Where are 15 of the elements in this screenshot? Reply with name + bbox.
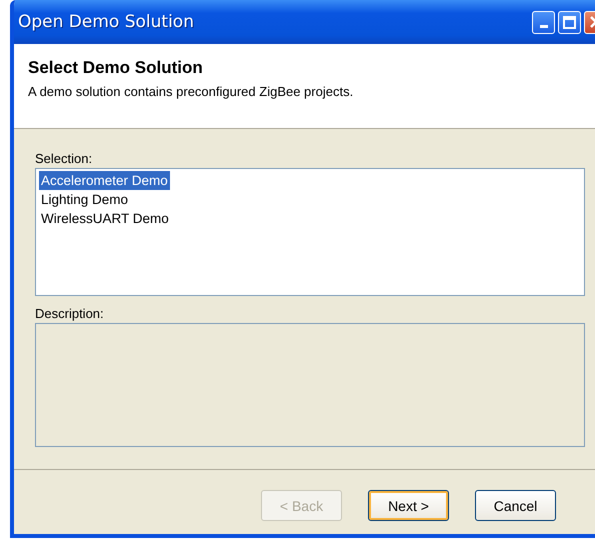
list-item[interactable]: Lighting Demo bbox=[39, 190, 130, 209]
dialog-button[interactable]: Cancel bbox=[475, 490, 556, 521]
page-subtitle: A demo solution contains preconfigured ZigBee projects. bbox=[28, 84, 354, 99]
selection-list[interactable]: Accelerometer Demo Lighting Demo WirelessUART Demo bbox=[35, 168, 585, 296]
window-title: Open Demo Solution bbox=[18, 12, 195, 32]
page-heading: Select Demo Solution bbox=[28, 58, 204, 78]
list-item[interactable]: Accelerometer Demo bbox=[39, 171, 170, 190]
minimize-icon bbox=[540, 24, 548, 28]
description-label: Description: bbox=[35, 306, 105, 323]
dialog-button[interactable]: Next > bbox=[368, 490, 449, 521]
minimize-button[interactable] bbox=[532, 10, 555, 34]
selection-label: Selection: bbox=[35, 151, 94, 168]
maximize-icon bbox=[563, 16, 576, 28]
maximize-button[interactable] bbox=[558, 10, 581, 34]
list-item[interactable]: WirelessUART Demo bbox=[39, 209, 171, 228]
